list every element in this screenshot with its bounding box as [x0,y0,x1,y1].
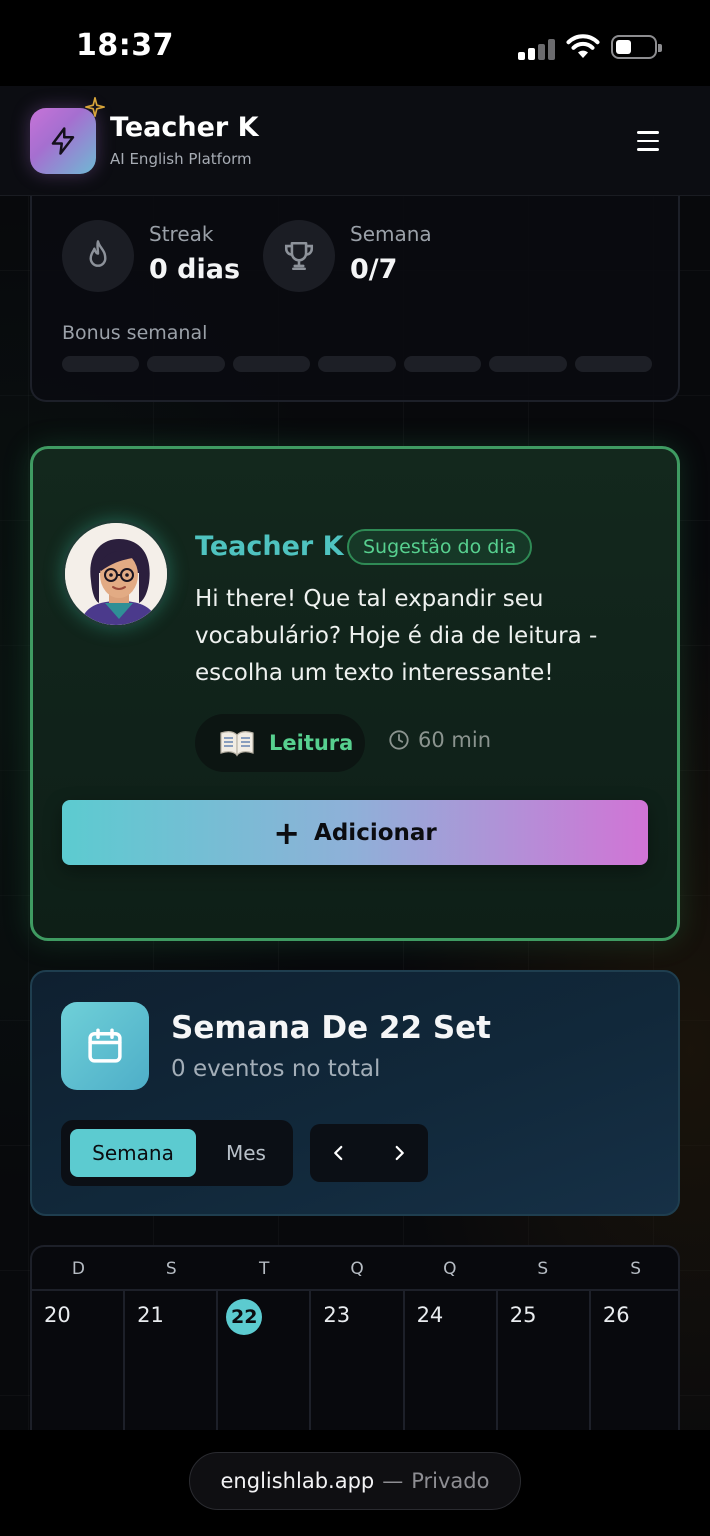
daily-suggestion-card: Teacher K Sugestão do dia Hi there! Que … [30,446,680,941]
day-number: 23 [323,1303,351,1327]
suggestion-badge: Sugestão do dia [347,529,533,565]
next-week-button[interactable] [370,1124,428,1182]
teacher-avatar [62,520,170,628]
bonus-segment [489,356,567,372]
today-day-number: 22 [226,1299,263,1335]
day-cell[interactable]: 25 [498,1291,591,1436]
weekday-header: Q [350,1259,364,1279]
weekday-header-row: D S T Q Q S S [32,1247,678,1291]
app-header: Teacher K AI English Platform [0,86,710,196]
bonus-segment [232,356,311,372]
app-title: Teacher K [110,112,259,143]
weekday-header: T [258,1259,270,1279]
view-toggle: Semana Mes [61,1120,293,1186]
url-domain: englishlab.app [220,1469,375,1493]
week-title: Semana De 22 Set [171,1010,492,1046]
activity-label: Leitura [269,731,354,755]
weekday-header: Q [443,1259,457,1279]
book-icon [220,731,254,757]
week-calendar-grid: D S T Q Q S S 20 21 22 23 24 25 26 [30,1245,680,1436]
flame-icon [62,220,134,292]
day-number: 21 [137,1303,164,1327]
address-bar[interactable]: englishlab.app — Privado [189,1452,521,1510]
day-cells-row: 20 21 22 23 24 25 26 [32,1291,678,1436]
day-number: 25 [509,1303,537,1327]
calendar-header-card: Semana De 22 Set 0 eventos no total Sema… [30,970,680,1216]
weekly-bonus-progress [62,356,652,372]
bonus-segment [147,356,225,372]
weekday-header: S [537,1259,549,1279]
streak-value: 0 dias [149,254,241,285]
week-progress-value: 0/7 [350,254,398,285]
weekday-header: D [71,1259,85,1279]
streak-label: Streak [149,222,214,246]
week-navigation [310,1124,428,1182]
day-number: 26 [602,1303,630,1327]
wifi-icon [566,34,600,58]
status-bar: 18:37 [0,0,710,86]
weekday-header: S [630,1259,641,1279]
view-month-button[interactable]: Mes [211,1129,281,1177]
app-subtitle: AI English Platform [110,150,252,168]
url-separator: — [382,1469,404,1493]
bonus-segment [62,356,140,372]
status-time: 18:37 [76,28,174,63]
day-cell-today[interactable]: 22 [218,1291,312,1436]
battery-icon [611,35,662,59]
events-count: 0 eventos no total [171,1056,381,1082]
view-week-button[interactable]: Semana [70,1129,196,1177]
bonus-segment [574,356,652,372]
trophy-icon [263,220,335,292]
chevron-right-icon [395,1145,404,1161]
weekday-header: S [165,1259,177,1279]
day-number: 20 [44,1303,71,1327]
day-cell[interactable]: 24 [405,1291,498,1436]
suggestion-message: Hi there! Que tal expandir seu vocabulár… [195,586,598,686]
menu-icon [637,131,659,134]
add-button-label: Adicionar [314,819,437,846]
day-cell[interactable]: 20 [32,1291,126,1436]
day-cell[interactable]: 26 [591,1291,678,1436]
browser-bottom-bar: englishlab.app — Privado [0,1430,710,1536]
hamburger-menu-button[interactable] [628,126,668,156]
cellular-signal-icon [518,38,556,60]
private-mode-label: Privado [411,1469,490,1493]
calendar-icon [61,1002,149,1090]
day-cell[interactable]: 21 [125,1291,219,1436]
plus-icon: + [273,813,301,852]
week-progress-label: Semana [350,222,432,246]
app-logo[interactable] [30,97,105,174]
day-cell[interactable]: 23 [311,1291,405,1436]
day-number: 24 [416,1303,444,1327]
stats-card: Streak 0 dias Semana 0/7 Bonus semanal [30,196,680,402]
bonus-segment [318,356,396,372]
activity-duration: 60 min [388,728,491,752]
add-activity-button[interactable]: + Adicionar [62,800,648,865]
activity-chip: Leitura [195,714,365,772]
teacher-name: Teacher K [195,531,344,562]
bonus-label: Bonus semanal [62,322,208,344]
sparkle-icon [85,97,105,117]
previous-week-button[interactable] [310,1124,368,1182]
clock-icon [389,730,409,750]
chevron-left-icon [334,1145,343,1161]
bonus-segment [403,356,482,372]
duration-label: 60 min [418,728,491,752]
